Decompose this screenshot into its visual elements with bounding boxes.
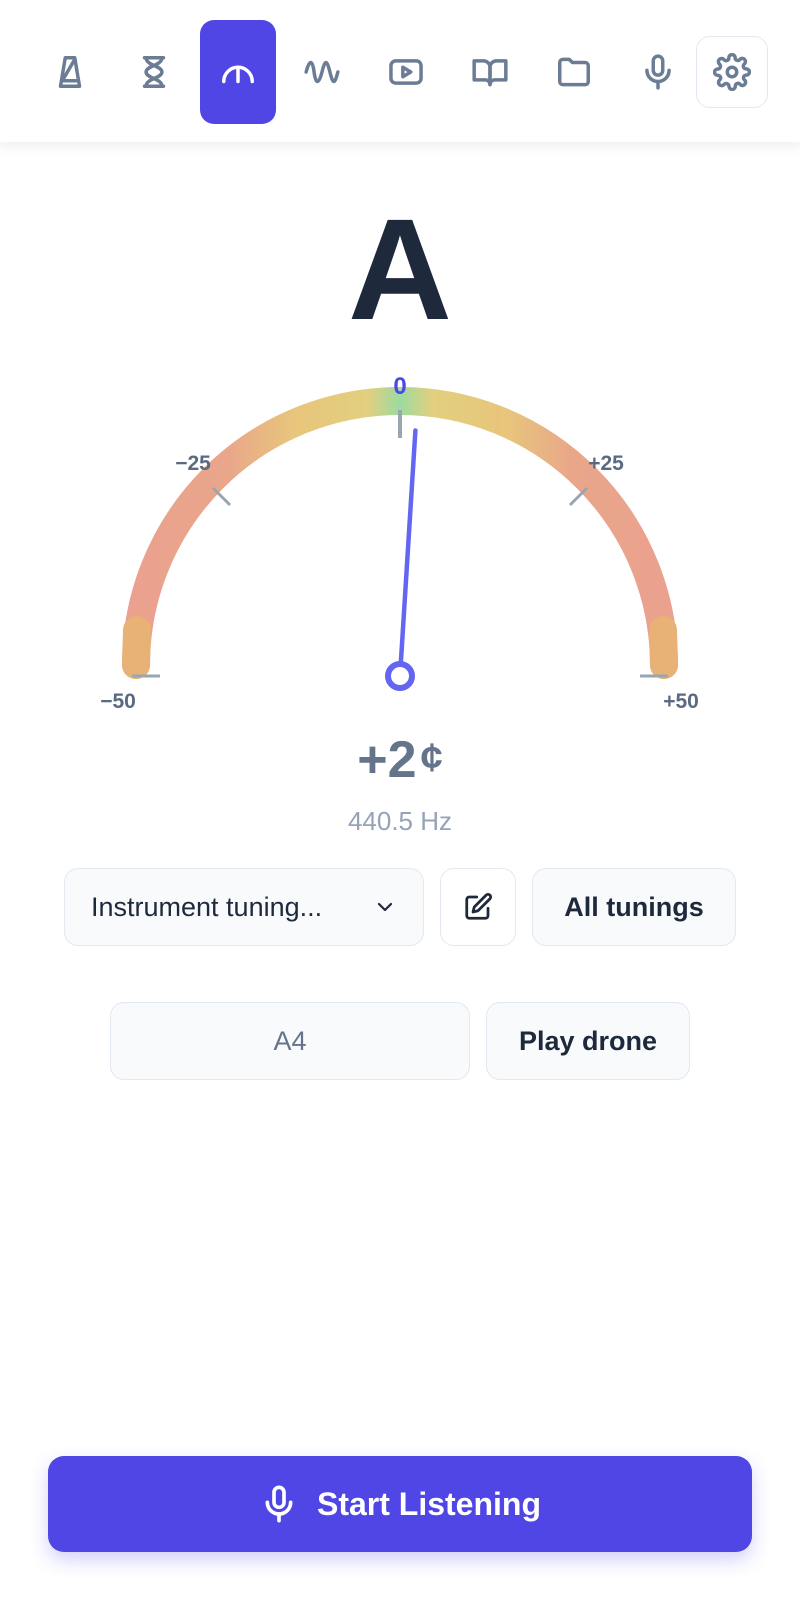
gauge-arc — [122, 387, 678, 679]
nav-tuner-button[interactable] — [200, 20, 276, 124]
cents-value: +2 — [357, 731, 417, 789]
all-tunings-button[interactable]: All tunings — [532, 868, 736, 946]
frequency-readout: 440.5 Hz — [347, 806, 453, 836]
gauge-right-cap — [649, 616, 678, 679]
book-icon — [472, 59, 508, 87]
video-icon — [389, 59, 423, 85]
tuning-select-label: Instrument tuning... — [91, 891, 323, 922]
metronome-icon — [58, 56, 82, 88]
scale-label-zero: 0 — [393, 373, 406, 400]
gear-icon — [713, 53, 751, 91]
chevron-down-icon — [377, 902, 393, 912]
nav-metronome-button[interactable] — [32, 20, 108, 124]
nav-video-button[interactable] — [368, 20, 444, 124]
scale-label-minus25: −25 — [175, 452, 211, 475]
nav-files-button[interactable] — [536, 20, 612, 124]
gauge-left-cap — [122, 616, 151, 679]
microphone-icon — [265, 1485, 293, 1523]
nav-tone-button[interactable] — [284, 20, 360, 124]
edit-tuning-button[interactable] — [440, 868, 516, 946]
tuner-gauge-icon — [222, 65, 254, 84]
scale-label-plus25: +25 — [588, 452, 624, 475]
microphone-icon — [645, 54, 671, 90]
cents-readout: +2 ¢ — [0, 728, 800, 790]
wave-icon — [304, 60, 340, 84]
tick-plus25 — [568, 486, 589, 507]
edit-icon — [465, 892, 493, 920]
top-nav — [0, 0, 800, 142]
scale-label-plus50: +50 — [663, 690, 699, 713]
nav-timer-button[interactable] — [116, 20, 192, 124]
cents-unit: ¢ — [420, 736, 443, 780]
start-listening-label: Start Listening — [316, 1485, 541, 1522]
folder-icon — [558, 57, 590, 87]
drone-note-field[interactable]: A4 — [110, 1002, 470, 1080]
nav-recorder-button[interactable] — [620, 20, 696, 124]
tick-minus25 — [211, 486, 232, 507]
start-listening-button[interactable]: Start Listening — [48, 1456, 752, 1552]
nav-settings-button[interactable] — [696, 36, 768, 108]
nav-library-button[interactable] — [452, 20, 528, 124]
instrument-tuning-select[interactable]: Instrument tuning... — [64, 868, 424, 946]
play-drone-button[interactable]: Play drone — [486, 1002, 690, 1080]
hourglass-icon — [142, 56, 166, 88]
tuner-needle — [397, 428, 418, 679]
needle-pivot — [385, 661, 415, 691]
scale-label-minus50: −50 — [100, 690, 136, 713]
